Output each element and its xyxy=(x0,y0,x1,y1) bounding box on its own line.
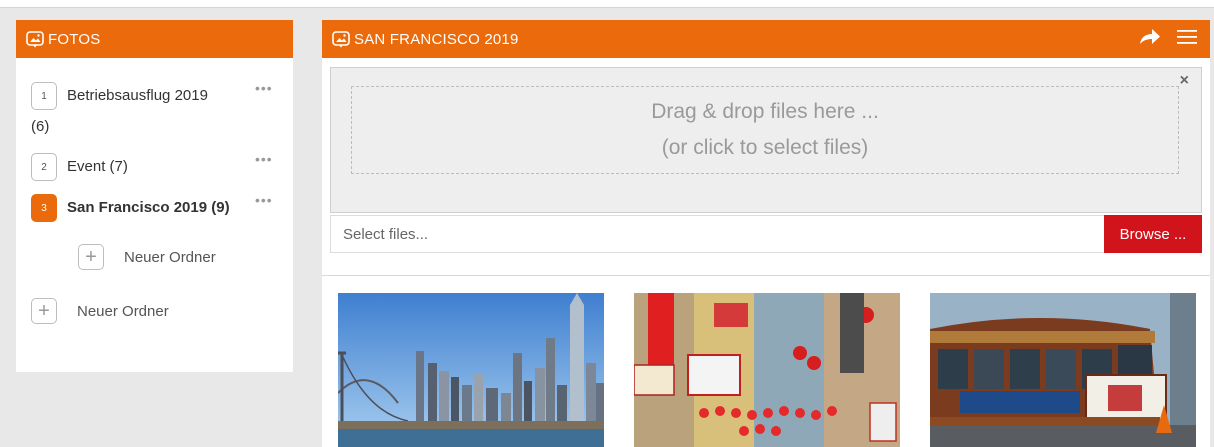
folder-more-options-icon[interactable]: ••• xyxy=(255,151,273,167)
folder-index-badge: 1 xyxy=(31,82,57,110)
photo-thumbnail[interactable] xyxy=(338,293,604,447)
divider xyxy=(322,275,1210,276)
folder-index-badge: 3 xyxy=(31,194,57,222)
photo-thumbnail[interactable] xyxy=(930,293,1196,447)
drop-instruction: Drag & drop files here ... xyxy=(651,100,879,123)
new-folder-label: Neuer Ordner xyxy=(77,302,169,320)
upload-zone: × Drag & drop files here ... (or click t… xyxy=(330,67,1202,213)
folder-name[interactable]: Betriebsausflug 2019 xyxy=(67,87,208,104)
plus-icon: + xyxy=(78,244,104,270)
folders-panel-header: FOTOS xyxy=(16,20,293,58)
skyline-bridge-image xyxy=(338,293,604,447)
folder-more-options-icon[interactable]: ••• xyxy=(255,192,273,208)
new-subfolder-label: Neuer Ordner xyxy=(124,248,216,266)
browse-button[interactable]: Browse ... xyxy=(1104,215,1202,253)
folder-name[interactable]: Event (7) xyxy=(67,158,128,175)
file-select-row: Browse ... xyxy=(330,215,1202,253)
folder-count: (6) xyxy=(31,118,50,135)
hamburger-menu-icon[interactable] xyxy=(1176,28,1198,50)
new-subfolder-button[interactable]: + Neuer Ordner xyxy=(78,244,216,270)
close-icon[interactable]: × xyxy=(1180,72,1189,90)
plus-icon: + xyxy=(31,298,57,324)
panel-title: FOTOS xyxy=(48,30,101,48)
album-panel-header: SAN FRANCISCO 2019 xyxy=(322,20,1210,58)
top-bar xyxy=(0,0,1214,8)
folder-index-badge: 2 xyxy=(31,153,57,181)
share-arrow-icon[interactable] xyxy=(1138,27,1162,51)
photo-thumbnail[interactable] xyxy=(634,293,900,447)
drop-area[interactable]: Drag & drop files here ... (or click to … xyxy=(351,86,1179,174)
drop-hint: (or click to select files) xyxy=(661,136,869,159)
photo-folder-icon xyxy=(332,30,350,48)
photo-folder-icon xyxy=(26,30,44,48)
folder-more-options-icon[interactable]: ••• xyxy=(255,80,273,96)
folder-list: 1 Betriebsausflug 2019 (6) ••• 2 Event (… xyxy=(16,58,293,372)
new-folder-button[interactable]: + Neuer Ordner xyxy=(31,298,169,324)
album-panel: SAN FRANCISCO 2019 × Drag & drop files h… xyxy=(322,20,1210,447)
folders-panel: FOTOS 1 Betriebsausflug 2019 (6) ••• 2 E… xyxy=(16,20,293,372)
album-title: SAN FRANCISCO 2019 xyxy=(354,30,519,48)
folder-name[interactable]: San Francisco 2019 (9) xyxy=(67,199,230,216)
select-files-input[interactable] xyxy=(330,215,1104,253)
photo-grid xyxy=(338,293,1198,447)
cable-car-image xyxy=(930,293,1196,447)
chinatown-street-image xyxy=(634,293,900,447)
